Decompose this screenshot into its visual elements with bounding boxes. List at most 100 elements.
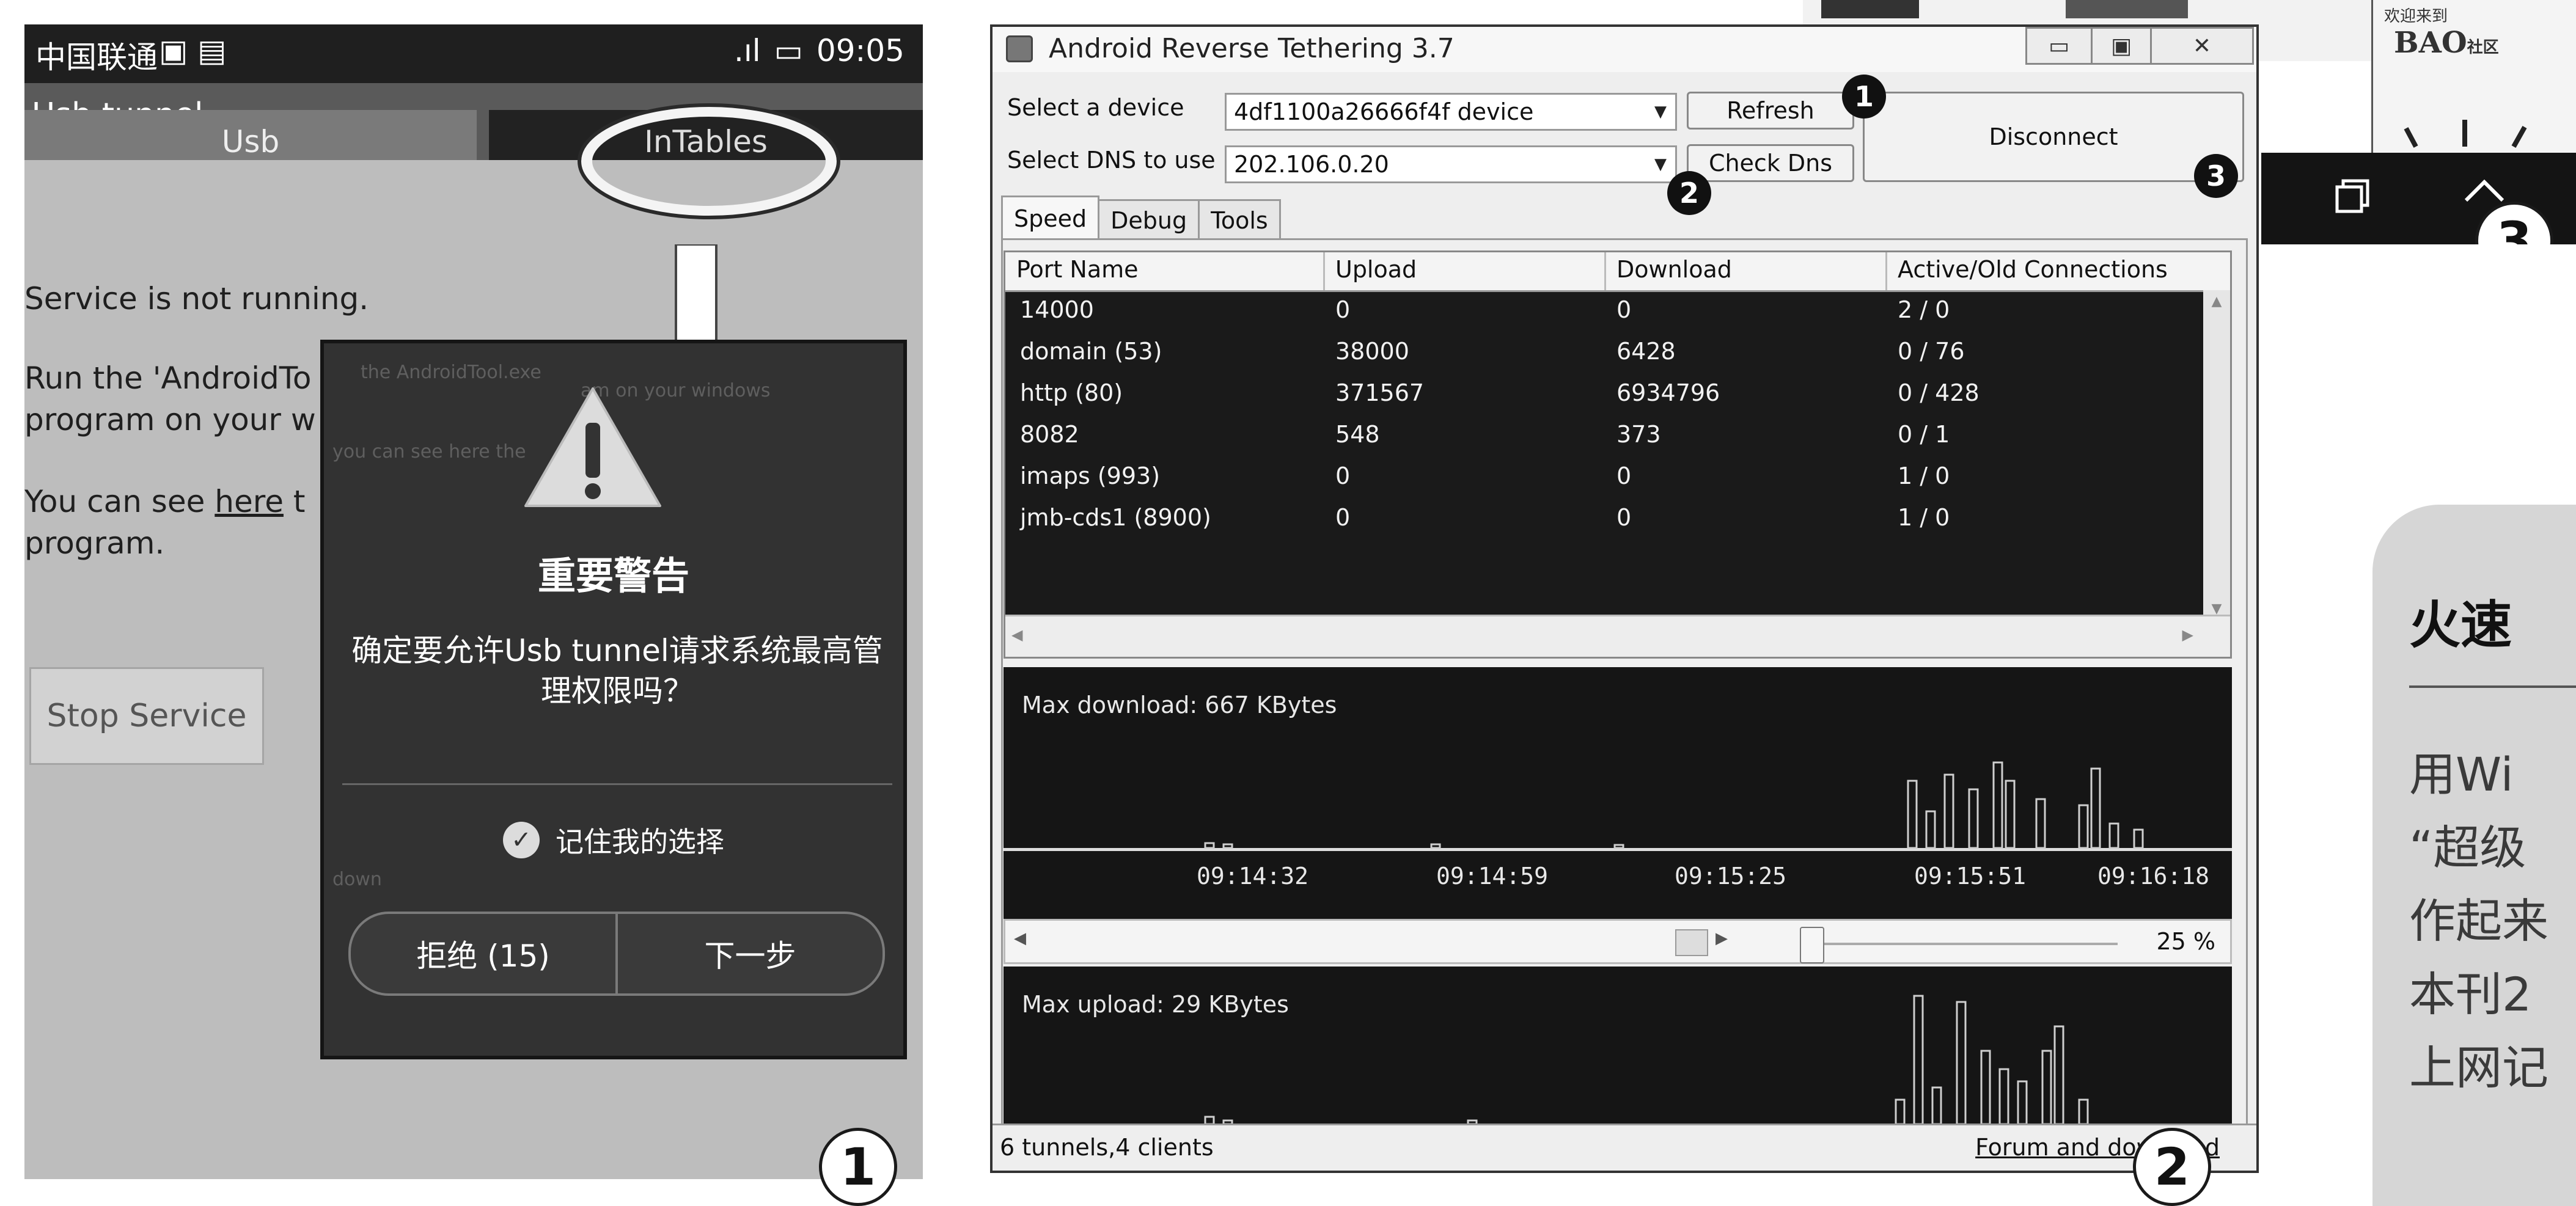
web-page-preview: 欢迎来到 BAO社区 [2371,0,2576,153]
time-tick: 09:15:25 [1675,863,1787,890]
table-cell: 0 [1616,504,1632,531]
stop-service-button[interactable]: Stop Service [29,667,264,765]
upload-graph: Max upload: 29 KBytes 09:14:32 09:14:59 … [1004,967,2232,1150]
check-dns-button[interactable]: Check Dns [1687,144,1854,182]
scroll-left-icon[interactable]: ◀ [1014,929,1026,948]
callout-badge-2: 2 [1667,171,1711,215]
column-header[interactable]: Active/Old Connections [1898,256,2168,283]
traffic-bar [1613,844,1624,849]
traffic-bar [1907,780,1918,849]
tab-debug[interactable]: Debug [1098,199,1200,239]
help-text: You can see [24,484,205,519]
vertical-scrollbar[interactable]: ▲ ▼ [2203,290,2230,620]
traffic-bar [2078,1098,2089,1125]
time-tick: 09:14:59 [1436,863,1549,890]
dialog-message: 确定要允许Usb tunnel请求系统最高管理权限吗？ [351,633,883,709]
table-cell: 2 / 0 [1898,296,1950,323]
recent-apps-icon[interactable] [2335,177,2371,214]
faint-text: you can see here the [332,441,526,462]
scroll-right-icon[interactable]: ▶ [1715,929,1728,948]
chevron-down-icon: ▼ [1654,103,1667,121]
zoom-slider-track[interactable] [1800,943,2118,945]
zoom-slider-handle[interactable] [1800,927,1824,963]
card-text-line: 用Wi [2409,747,2514,802]
dns-label: Select DNS to use [1007,147,1216,174]
service-status-text: Service is not running. [24,281,369,316]
phone-clip-3: 欢迎来到 BAO社区 3 [2261,0,2576,244]
next-button[interactable]: 下一步 [618,914,883,993]
table-cell: 1 / 0 [1898,462,1950,489]
scroll-right-icon: ▶ [2182,626,2193,643]
welcome-text: 欢迎来到 [2384,7,2448,26]
close-button[interactable]: ✕ [2150,27,2254,65]
disconnect-button[interactable]: Disconnect [1863,92,2244,182]
table-cell: 1 / 0 [1898,504,1950,531]
callout-badge-1: 1 [1842,75,1886,119]
instruction-line-2: program on your w [24,402,316,437]
traffic-bar [1925,810,1936,849]
device-label: Select a device [1007,94,1184,121]
refresh-button[interactable]: Refresh [1687,92,1854,130]
scroll-up-icon: ▲ [2211,294,2222,309]
warning-icon [524,387,661,507]
remember-choice[interactable]: ✓ 记住我的选择 [324,820,903,860]
column-header[interactable]: Download [1616,256,1732,283]
traffic-bar [1430,843,1441,849]
port-name-cell: http (80) [1020,379,1123,406]
deny-button[interactable]: 拒绝 (15) [351,914,615,993]
instruction-line-1: Run the 'AndroidTo [24,360,312,396]
port-name-cell: 8082 [1020,421,1079,448]
traffic-bar [2035,798,2046,849]
maximize-button[interactable]: ▣ [2091,27,2152,65]
traffic-bar [2108,822,2119,849]
traffic-bar [2041,1050,2052,1125]
home-icon[interactable] [2463,177,2506,202]
table-cell: 548 [1335,421,1380,448]
tab-usb[interactable]: Usb [24,110,477,160]
tab-speed[interactable]: Speed [1001,196,1100,239]
tab-tools[interactable]: Tools [1198,199,1281,239]
permission-dialog: the AndroidTool.exe am on your windows y… [320,340,907,1059]
connections-table: Port Name Upload Download Active/Old Con… [1004,250,2232,659]
reverse-tethering-window: Android Reverse Tethering 3.7 ▭ ▣ ✕ Sele… [990,24,2259,1173]
upload-bars [1204,995,2089,1125]
dialog-title: 重要警告 [537,554,689,598]
traffic-bar [2053,1025,2064,1125]
chevron-down-icon: ▼ [1654,155,1667,174]
scroll-thumb[interactable] [1675,929,1708,956]
traffic-bar [2005,780,2016,849]
help-line-2: program. [24,525,165,561]
table-cell: 0 / 1 [1898,421,1950,448]
help-link[interactable]: here [215,484,284,519]
horizontal-scrollbar[interactable]: ◀ ▶ [1005,615,2230,657]
traffic-bar [1913,995,1924,1125]
device-select[interactable]: 4df1100a26666f4f device ▼ [1225,93,1677,131]
heading-rule [2409,685,2576,688]
app-icon [1006,35,1033,62]
column-header[interactable]: Port Name [1016,256,1139,283]
table-cell: 0 [1616,296,1632,323]
highlight-callout [578,103,840,219]
download-graph: Max download: 667 KBytes 09:14:32 09:14:… [1004,667,2232,919]
phone-status-bar: 中国联通 ▣ ▤ .ıl ▭ 09:05 [24,24,923,83]
thumbnail [2066,0,2188,18]
table-header: Port Name Upload Download Active/Old Con… [1005,252,2230,292]
port-name-cell: domain (53) [1020,338,1162,365]
checkmark-icon[interactable]: ✓ [503,822,540,858]
window-title-bar: Android Reverse Tethering 3.7 ▭ ▣ ✕ [993,27,2256,72]
column-header[interactable]: Upload [1335,256,1417,283]
dns-select[interactable]: 202.106.0.20 ▼ [1225,145,1677,183]
port-name-cell: jmb-cds1 (8900) [1020,504,1211,531]
table-cell: 373 [1616,421,1661,448]
time-tick: 09:16:18 [2097,863,2210,890]
tab-strip: Speed Debug Tools [1001,196,1281,239]
thumbnail [1821,0,1919,18]
column-divider [1885,252,1887,290]
dialog-divider [342,783,892,785]
traffic-bar [1895,1098,1906,1125]
traffic-bar [1992,761,2003,849]
minimize-button[interactable]: ▭ [2025,27,2093,65]
clock: 09:05 [816,33,905,68]
traffic-bar [1204,842,1215,849]
card-text-line: 作起来 [2409,894,2548,948]
